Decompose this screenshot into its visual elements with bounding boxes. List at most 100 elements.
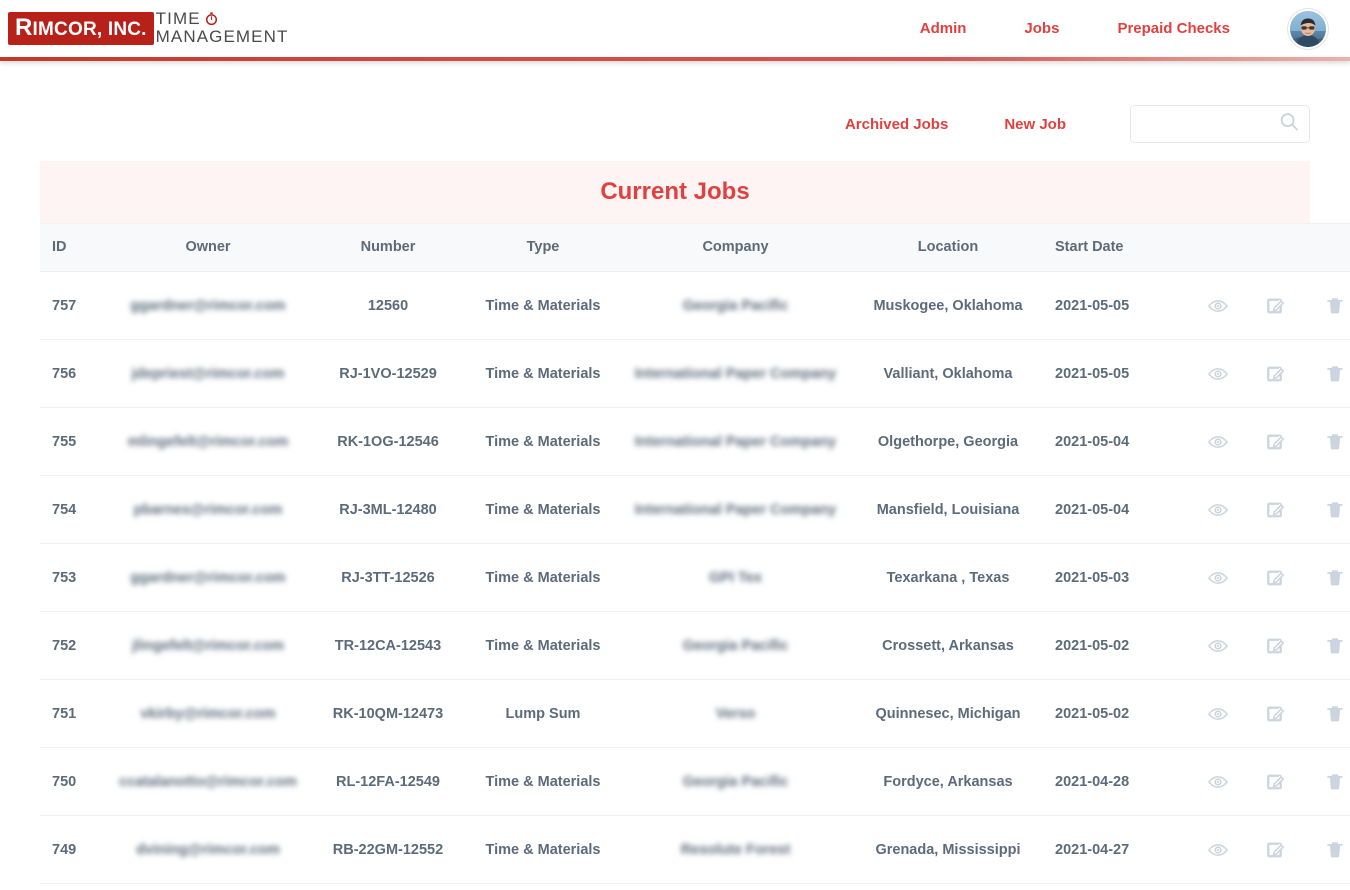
- table-row[interactable]: 752jlingefelt@rimcor.comTR-12CA-12543Tim…: [40, 612, 1350, 680]
- cell-owner: vkirby@rimcor.com: [108, 680, 308, 748]
- table-row[interactable]: 756jdepriest@rimcor.comRJ-1VO-12529Time …: [40, 340, 1350, 408]
- column-header-type[interactable]: Type: [468, 224, 618, 272]
- table-row[interactable]: 749dvining@rimcor.comRB-22GM-12552Time &…: [40, 816, 1350, 884]
- cell-company: International Paper Company: [618, 408, 853, 476]
- nav-item-admin[interactable]: Admin: [920, 20, 967, 37]
- brand-mark: RIMCOR, INC.: [8, 12, 154, 45]
- edit-icon[interactable]: [1265, 703, 1287, 725]
- row-action-group: [1183, 567, 1350, 589]
- cell-owner: ggardner@rimcor.com: [108, 272, 308, 340]
- cell-owner: ccatalanotto@rimcor.com: [108, 748, 308, 816]
- view-icon[interactable]: [1207, 771, 1229, 793]
- cell-id: 751: [40, 680, 108, 748]
- delete-icon[interactable]: [1324, 839, 1346, 861]
- cell-company: Georgia Pacific: [618, 748, 853, 816]
- edit-icon[interactable]: [1265, 771, 1287, 793]
- search-box: [1130, 105, 1310, 143]
- edit-icon[interactable]: [1265, 363, 1287, 385]
- avatar[interactable]: [1288, 9, 1328, 49]
- cell-actions: [1183, 340, 1350, 408]
- delete-icon[interactable]: [1324, 431, 1346, 453]
- row-action-group: [1183, 431, 1350, 453]
- cell-location: Muskogee, Oklahoma: [853, 272, 1043, 340]
- cell-type: Time & Materials: [468, 408, 618, 476]
- edit-icon[interactable]: [1265, 839, 1287, 861]
- brand-logo[interactable]: RIMCOR, INC. TIME MANAGEMENT: [8, 12, 288, 46]
- view-icon[interactable]: [1207, 363, 1229, 385]
- brand-wordmark: TIME MANAGEMENT: [156, 11, 289, 45]
- delete-icon[interactable]: [1324, 499, 1346, 521]
- cell-owner: ggardner@rimcor.com: [108, 544, 308, 612]
- column-header-location[interactable]: Location: [853, 224, 1043, 272]
- delete-icon[interactable]: [1324, 771, 1346, 793]
- view-icon[interactable]: [1207, 295, 1229, 317]
- delete-icon[interactable]: [1324, 567, 1346, 589]
- cell-type: Time & Materials: [468, 816, 618, 884]
- cell-number: RJ-3TT-12526: [308, 544, 468, 612]
- delete-icon[interactable]: [1324, 635, 1346, 657]
- view-icon[interactable]: [1207, 499, 1229, 521]
- column-header-id[interactable]: ID: [40, 224, 108, 272]
- cell-type: Time & Materials: [468, 476, 618, 544]
- cell-company: International Paper Company: [618, 340, 853, 408]
- cell-type: Time & Materials: [468, 544, 618, 612]
- column-header-company[interactable]: Company: [618, 224, 853, 272]
- cell-id: 748: [40, 884, 108, 890]
- edit-icon[interactable]: [1265, 499, 1287, 521]
- cell-actions: [1183, 884, 1350, 890]
- edit-icon[interactable]: [1265, 635, 1287, 657]
- table-row[interactable]: 750ccatalanotto@rimcor.comRL-12FA-12549T…: [40, 748, 1350, 816]
- cell-type: Time & Materials: [468, 612, 618, 680]
- archived-jobs-link[interactable]: Archived Jobs: [845, 116, 948, 133]
- edit-icon[interactable]: [1265, 431, 1287, 453]
- cell-type: Lump Sum: [468, 680, 618, 748]
- cell-number: RK-1OG-12546: [308, 408, 468, 476]
- cell-type: Time & Materials: [468, 272, 618, 340]
- app-header: RIMCOR, INC. TIME MANAGEMENT Admin Jobs …: [0, 0, 1350, 57]
- search-input[interactable]: [1130, 105, 1310, 143]
- new-job-link[interactable]: New Job: [1004, 116, 1066, 133]
- view-icon[interactable]: [1207, 431, 1229, 453]
- delete-icon[interactable]: [1324, 703, 1346, 725]
- nav-item-jobs[interactable]: Jobs: [1024, 20, 1059, 37]
- cell-number: RB-22GM-12552: [308, 816, 468, 884]
- edit-icon[interactable]: [1265, 567, 1287, 589]
- table-row[interactable]: 755mlingefelt@rimcor.comRK-1OG-12546Time…: [40, 408, 1350, 476]
- edit-icon[interactable]: [1265, 295, 1287, 317]
- table-row[interactable]: 753ggardner@rimcor.comRJ-3TT-12526Time &…: [40, 544, 1350, 612]
- row-action-group: [1183, 635, 1350, 657]
- cell-number: RL-12FA-12549: [308, 748, 468, 816]
- cell-location: Texarkana , Texas: [853, 544, 1043, 612]
- nav-item-prepaid-checks[interactable]: Prepaid Checks: [1117, 20, 1230, 37]
- column-header-start-date[interactable]: Start Date: [1043, 224, 1183, 272]
- table-row[interactable]: 748jlingefelt@rimcor.comTR-12CA-12548Tim…: [40, 884, 1350, 890]
- row-action-group: [1183, 703, 1350, 725]
- view-icon[interactable]: [1207, 839, 1229, 861]
- cell-number: RK-10QM-12473: [308, 680, 468, 748]
- cell-owner: mlingefelt@rimcor.com: [108, 408, 308, 476]
- column-header-number[interactable]: Number: [308, 224, 468, 272]
- table-row[interactable]: 757ggardner@rimcor.com12560Time & Materi…: [40, 272, 1350, 340]
- cell-location: Olgethorpe, Georgia: [853, 408, 1043, 476]
- delete-icon[interactable]: [1324, 363, 1346, 385]
- cell-actions: [1183, 408, 1350, 476]
- cell-start-date: 2021-05-04: [1043, 408, 1183, 476]
- view-icon[interactable]: [1207, 567, 1229, 589]
- cell-id: 753: [40, 544, 108, 612]
- delete-icon[interactable]: [1324, 295, 1346, 317]
- cell-location: Crossett, Arkansas: [853, 612, 1043, 680]
- cell-start-date: 2021-04-28: [1043, 748, 1183, 816]
- cell-id: 757: [40, 272, 108, 340]
- row-action-group: [1183, 363, 1350, 385]
- cell-start-date: 2021-05-03: [1043, 544, 1183, 612]
- cell-actions: [1183, 816, 1350, 884]
- stopwatch-icon: [204, 11, 219, 29]
- column-header-owner[interactable]: Owner: [108, 224, 308, 272]
- view-icon[interactable]: [1207, 703, 1229, 725]
- table-row[interactable]: 751vkirby@rimcor.comRK-10QM-12473Lump Su…: [40, 680, 1350, 748]
- row-action-group: [1183, 499, 1350, 521]
- view-icon[interactable]: [1207, 635, 1229, 657]
- cell-location: Quinnesec, Michigan: [853, 680, 1043, 748]
- table-row[interactable]: 754pbarnes@rimcor.comRJ-3ML-12480Time & …: [40, 476, 1350, 544]
- cell-number: TR-12CA-12543: [308, 612, 468, 680]
